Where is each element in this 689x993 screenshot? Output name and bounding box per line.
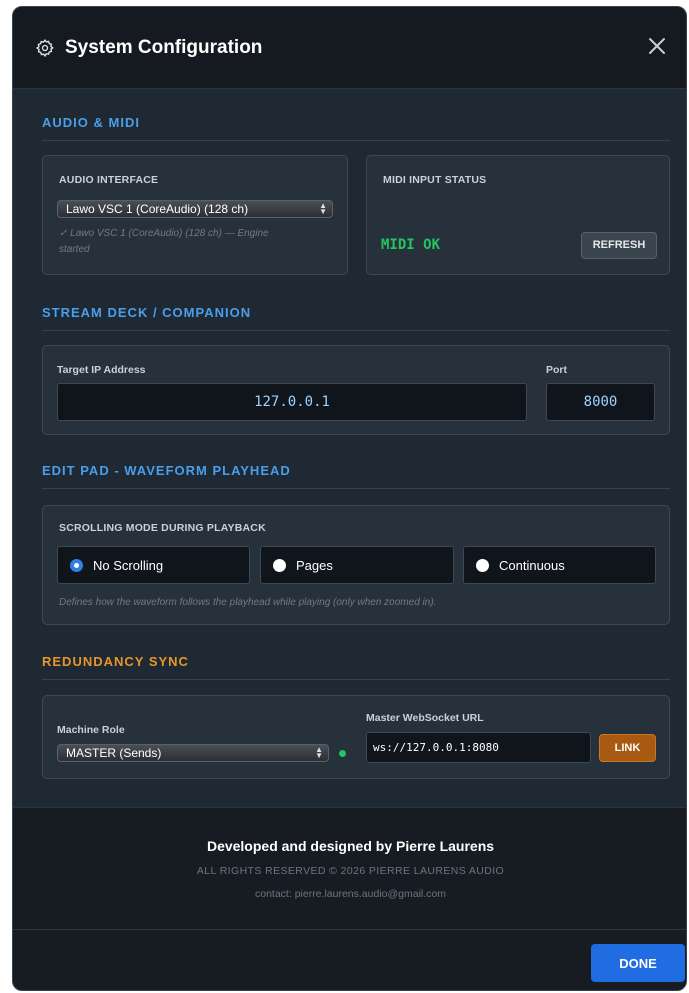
dialog-header: System Configuration: [13, 7, 686, 89]
ip-address-input[interactable]: 127.0.0.1: [57, 383, 527, 421]
audio-interface-card: AUDIO INTERFACE Lawo VSC 1 (CoreAudio) (…: [42, 155, 348, 275]
midi-status-label: MIDI INPUT STATUS: [383, 174, 487, 186]
link-button[interactable]: LINK: [599, 734, 656, 762]
radio-checked-icon: [70, 558, 83, 572]
radio-no-scrolling[interactable]: No Scrolling: [57, 546, 250, 584]
redundancy-card: Machine Role MASTER (Sends) ▲ ▼ Master We…: [42, 695, 670, 779]
gear-icon: [35, 38, 54, 57]
dialog-footer: Developed and designed by Pierre Laurens…: [13, 807, 686, 990]
audio-interface-select[interactable]: Lawo VSC 1 (CoreAudio) (128 ch) ▲ ▼: [57, 200, 333, 218]
port-input[interactable]: 8000: [546, 383, 655, 421]
machine-role-label: Machine Role: [57, 724, 125, 736]
websocket-url-input[interactable]: ws://127.0.0.1:8080: [366, 732, 591, 763]
websocket-url-label: Master WebSocket URL: [366, 712, 484, 724]
section-title-redundancy: REDUNDANCY SYNC: [42, 654, 670, 680]
midi-status-value: MIDI OK: [381, 237, 441, 253]
radio-unchecked-icon: [273, 558, 286, 572]
radio-continuous[interactable]: Continuous: [463, 546, 656, 584]
radio-unchecked-icon: [476, 558, 489, 572]
contact-text: contact: pierre.laurens.audio@gmail.com: [255, 888, 446, 900]
audio-interface-label: AUDIO INTERFACE: [59, 174, 159, 186]
close-icon[interactable]: [646, 35, 668, 57]
machine-role-select[interactable]: MASTER (Sends) ▲ ▼: [57, 744, 329, 762]
audio-interface-selected: Lawo VSC 1 (CoreAudio) (128 ch): [66, 202, 249, 216]
system-configuration-dialog: System Configuration AUDIO & MIDI AUDIO …: [12, 6, 687, 991]
dialog-title: System Configuration: [65, 36, 263, 58]
credit-text: Developed and designed by Pierre Laurens: [206, 838, 495, 854]
scrolling-mode-note: Defines how the waveform follows the pla…: [59, 597, 437, 608]
section-title-audio-midi: AUDIO & MIDI: [42, 115, 670, 141]
role-status-dot: [339, 750, 346, 757]
section-title-stream-deck: STREAM DECK / COMPANION: [42, 305, 670, 331]
scrolling-mode-card: SCROLLING MODE DURING PLAYBACK No Scroll…: [42, 505, 670, 625]
machine-role-selected: MASTER (Sends): [66, 746, 162, 760]
done-button[interactable]: DONE: [591, 944, 685, 982]
select-arrows-icon: ▲ ▼: [315, 745, 323, 760]
section-title-edit-pad: EDIT PAD - WAVEFORM PLAYHEAD: [42, 463, 670, 489]
radio-pages[interactable]: Pages: [260, 546, 454, 584]
footer-divider: [13, 929, 686, 930]
port-label: Port: [546, 364, 567, 376]
stream-deck-card: Target IP Address 127.0.0.1 Port 8000: [42, 345, 670, 435]
audio-interface-status: ✓ Lawo VSC 1 (CoreAudio) (128 ch) — Engi…: [59, 228, 269, 255]
refresh-button[interactable]: REFRESH: [581, 232, 657, 259]
scrolling-mode-label: SCROLLING MODE DURING PLAYBACK: [59, 522, 266, 534]
select-arrows-icon: ▲ ▼: [319, 201, 327, 216]
midi-status-card: MIDI INPUT STATUS MIDI OK REFRESH: [366, 155, 670, 275]
ip-label: Target IP Address: [57, 364, 146, 376]
rights-text: ALL RIGHTS RESERVED © 2026 PIERRE LAUREN…: [196, 865, 505, 877]
